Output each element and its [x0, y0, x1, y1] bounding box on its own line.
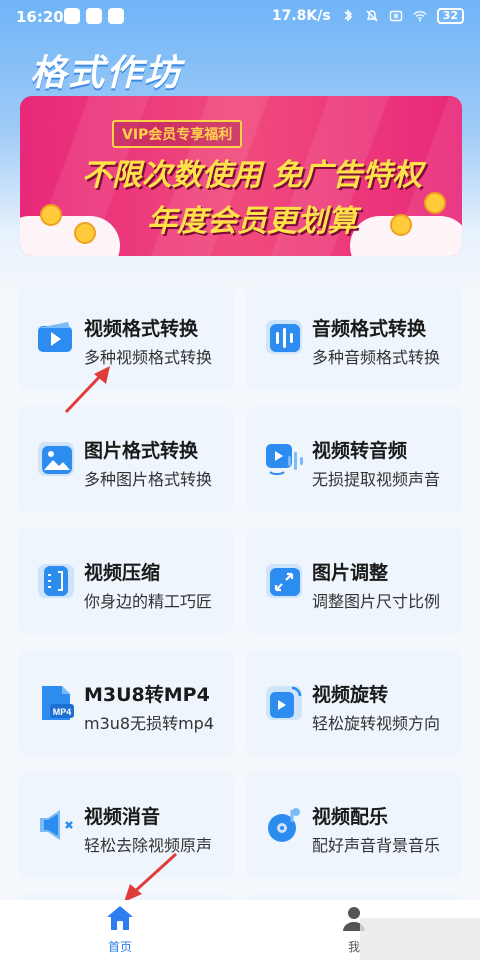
- tool-title: 音频格式转换: [312, 318, 427, 340]
- tool-subtitle: 多种音频格式转换: [312, 348, 441, 367]
- tool-card-video-format[interactable]: 视频格式转换 多种视频格式转换: [18, 284, 234, 390]
- compress-icon: [38, 564, 74, 598]
- mute-bell-icon: [366, 10, 378, 22]
- music-disc-icon: [268, 808, 300, 842]
- tool-card-video-rotate[interactable]: 视频旋转 轻松旋转视频方向: [246, 650, 462, 756]
- tool-card-image-format[interactable]: 图片格式转换 多种图片格式转换: [18, 406, 234, 512]
- no-sim-icon: [389, 10, 402, 22]
- app-title: 格式作坊: [30, 53, 183, 94]
- tool-subtitle: 无损提取视频声音: [312, 470, 441, 489]
- tiktok-icon: [108, 8, 124, 24]
- tool-card-image-resize[interactable]: 图片调整 调整图片尺寸比例: [246, 528, 462, 634]
- tool-card-m3u8-to-mp4[interactable]: MP4 M3U8转MP4 m3u8无损转mp4: [18, 650, 234, 756]
- tool-title: 视频旋转: [312, 684, 389, 706]
- bluetooth-icon: [344, 9, 352, 22]
- tool-title: M3U8转MP4: [84, 684, 210, 706]
- tool-subtitle: 你身边的精工巧匠: [84, 592, 213, 611]
- notification-app-icon: [64, 8, 80, 24]
- tool-subtitle: 轻松旋转视频方向: [312, 714, 441, 733]
- video-to-audio-icon: [266, 444, 303, 476]
- tool-subtitle: 调整图片尺寸比例: [312, 592, 441, 611]
- tool-subtitle: 配好声音背景音乐: [312, 836, 441, 855]
- audio-wave-icon: [266, 320, 302, 354]
- tab-home[interactable]: 首页: [94, 904, 146, 955]
- image-icon: [38, 442, 74, 476]
- svg-text:MP4: MP4: [53, 707, 72, 717]
- watermark-overlay: [360, 918, 480, 960]
- banner-headline: 不限次数使用 免广告特权: [81, 158, 423, 193]
- mp4-file-icon: MP4: [42, 686, 74, 720]
- tool-card-video-music[interactable]: 视频配乐 配好声音背景音乐: [246, 772, 462, 878]
- home-icon: [107, 906, 133, 930]
- tool-card-video-compress[interactable]: 视频压缩 你身边的精工巧匠: [18, 528, 234, 634]
- tool-title: 图片格式转换: [84, 440, 199, 462]
- mute-icon: [40, 810, 73, 840]
- notification-app-icon: [86, 8, 102, 24]
- wifi-icon: [413, 11, 427, 22]
- tool-subtitle: m3u8无损转mp4: [84, 714, 215, 733]
- resize-icon: [266, 564, 302, 598]
- rotate-video-icon: [266, 686, 302, 720]
- tool-title: 视频压缩: [84, 562, 161, 584]
- tool-subtitle: 多种图片格式转换: [84, 470, 213, 489]
- tool-card-video-to-audio[interactable]: 视频转音频 无损提取视频声音: [246, 406, 462, 512]
- tool-title: 视频格式转换: [84, 318, 199, 340]
- tool-card-audio-format[interactable]: 音频格式转换 多种音频格式转换: [246, 284, 462, 390]
- tool-title: 视频配乐: [312, 806, 389, 828]
- status-bar: 16:20 17.8K/s 32: [0, 0, 480, 34]
- tab-home-label: 首页: [107, 940, 132, 954]
- tool-title: 视频转音频: [312, 440, 408, 462]
- vip-tag: VIP会员专享福利: [112, 120, 243, 148]
- tool-title: 视频消音: [84, 806, 161, 828]
- network-speed: 17.8K/s: [271, 8, 331, 24]
- annotation-arrow: [124, 852, 178, 902]
- video-play-icon: [38, 322, 72, 352]
- status-time: 16:20: [16, 8, 64, 26]
- banner-subheadline: 年度会员更划算: [147, 204, 357, 239]
- vip-banner[interactable]: VIP会员专享福利 不限次数使用 免广告特权 年度会员更划算: [20, 96, 462, 256]
- tool-title: 图片调整: [312, 562, 389, 584]
- annotation-arrow: [64, 366, 110, 414]
- battery-indicator: 32: [436, 8, 464, 24]
- status-app-icons: [64, 8, 124, 24]
